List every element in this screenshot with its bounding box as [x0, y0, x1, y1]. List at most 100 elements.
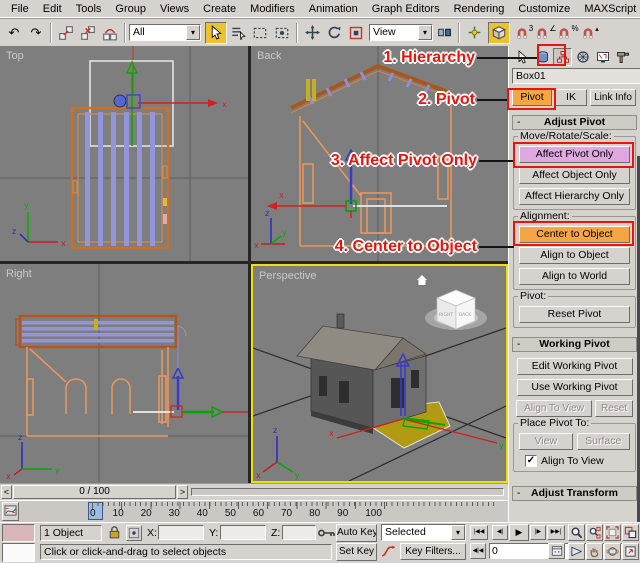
menu-customize[interactable]: Customize	[511, 2, 577, 16]
time-slider-handle[interactable]: 0 / 100	[13, 485, 176, 499]
use-working-pivot-button[interactable]: Use Working Pivot	[517, 379, 633, 396]
transform-x-field[interactable]	[158, 525, 204, 540]
viewport-back-label[interactable]: Back	[257, 50, 281, 62]
unlink-selection-button[interactable]	[77, 22, 99, 44]
set-key-button[interactable]: Set Key	[336, 543, 377, 561]
rectangular-selection-region-button[interactable]	[249, 22, 271, 44]
select-and-rotate-button[interactable]	[323, 22, 345, 44]
redo-button[interactable]: ↷	[25, 22, 47, 44]
adjust-pivot-rollout-header[interactable]: - Adjust Pivot	[512, 115, 637, 130]
select-and-scale-button[interactable]	[345, 22, 367, 44]
select-and-manipulate-button[interactable]	[463, 22, 485, 44]
window-crossing-toggle-button[interactable]	[271, 22, 293, 44]
previous-frame-button[interactable]: ◀|	[492, 525, 508, 540]
go-to-start-button[interactable]: |◀◀	[470, 525, 488, 540]
align-to-world-button[interactable]: Align to World	[519, 268, 630, 285]
selection-filter-dropdown[interactable]: All ▾	[129, 24, 201, 41]
viewcube-back-label[interactable]: BACK	[459, 312, 472, 318]
ik-tab-button[interactable]: IK	[555, 89, 587, 106]
adjust-transform-rollout-header[interactable]: - Adjust Transform	[512, 486, 637, 501]
key-mode-toggle-button[interactable]: ◀|◀	[470, 543, 486, 559]
undo-button[interactable]: ↶	[3, 22, 25, 44]
field-of-view-button[interactable]	[568, 543, 585, 560]
menu-maxscript[interactable]: MAXScript	[577, 2, 640, 16]
mini-curve-editor-button[interactable]	[2, 502, 19, 521]
arc-rotate-button[interactable]	[604, 543, 621, 560]
viewport-top[interactable]: Top x	[0, 46, 248, 261]
time-configuration-button[interactable]	[548, 543, 565, 559]
reset-working-pivot-button[interactable]: Reset	[595, 400, 633, 417]
menu-animation[interactable]: Animation	[302, 2, 365, 16]
object-name-field[interactable]	[512, 68, 640, 84]
menu-edit[interactable]: Edit	[36, 2, 69, 16]
menu-rendering[interactable]: Rendering	[447, 2, 512, 16]
time-slider-track[interactable]	[191, 488, 504, 496]
bind-to-space-warp-button[interactable]	[99, 22, 121, 44]
maxscript-listener[interactable]	[2, 543, 35, 562]
select-object-button[interactable]	[205, 22, 227, 44]
selection-set-dropdown[interactable]: Selected ▾	[381, 524, 466, 541]
chevron-down-icon[interactable]: ▾	[186, 25, 200, 40]
next-frame-button[interactable]: |▶	[530, 525, 546, 540]
key-filters-button[interactable]: Key Filters...	[400, 543, 466, 560]
menu-views[interactable]: Views	[153, 2, 196, 16]
edit-working-pivot-button[interactable]: Edit Working Pivot	[517, 358, 633, 375]
select-and-move-button[interactable]	[301, 22, 323, 44]
zoom-button[interactable]	[568, 524, 585, 541]
snap-toggle-button[interactable]	[488, 22, 510, 44]
viewport-top-label[interactable]: Top	[6, 50, 24, 62]
pan-view-button[interactable]	[586, 543, 603, 560]
transform-z-field[interactable]	[282, 525, 316, 540]
viewcube-right-label[interactable]: RIGHT	[439, 312, 453, 318]
working-pivot-rollout-header[interactable]: - Working Pivot	[512, 337, 637, 352]
default-tangent-flyout[interactable]	[381, 544, 396, 562]
viewcube[interactable]: RIGHT BACK	[417, 275, 487, 330]
reference-coordinate-dropdown[interactable]: View ▾	[369, 24, 433, 41]
affect-object-only-button[interactable]: Affect Object Only	[519, 167, 630, 184]
absolute-offset-mode-toggle[interactable]	[126, 525, 142, 541]
viewport-perspective-label[interactable]: Perspective	[259, 270, 316, 282]
reset-pivot-button[interactable]: Reset Pivot	[519, 306, 630, 323]
menu-graph-editors[interactable]: Graph Editors	[365, 2, 447, 16]
maximize-viewport-button[interactable]	[622, 543, 639, 560]
chevron-down-icon[interactable]: ▾	[451, 525, 465, 540]
viewcube-home-icon[interactable]	[417, 275, 427, 285]
tab-motion[interactable]	[573, 48, 592, 66]
menu-file[interactable]: File	[4, 2, 36, 16]
tab-utilities[interactable]	[613, 48, 632, 66]
selection-lock-toggle[interactable]	[107, 525, 122, 543]
place-pivot-view-button[interactable]: View	[519, 433, 573, 450]
percent-snap-toggle-button[interactable]: %	[557, 22, 579, 44]
time-slider-back-button[interactable]: <	[1, 485, 12, 499]
select-and-link-button[interactable]	[55, 22, 77, 44]
spinner-snap-toggle-button[interactable]: ▴	[579, 22, 601, 44]
play-button[interactable]: ▶	[509, 524, 529, 541]
link-info-tab-button[interactable]: Link Info	[590, 89, 636, 106]
menu-modifiers[interactable]: Modifiers	[243, 2, 302, 16]
track-bar[interactable]: 0 10 20 30 40 50 60 70 80 90 100	[0, 500, 508, 522]
menu-create[interactable]: Create	[196, 2, 243, 16]
go-to-end-button[interactable]: ▶▶|	[547, 525, 565, 540]
align-to-view-checkbox[interactable]: ✓	[525, 455, 537, 467]
angle-snap-toggle-button[interactable]: ∠	[535, 22, 557, 44]
viewport-right-label[interactable]: Right	[6, 268, 32, 280]
zoom-extents-button[interactable]	[604, 524, 621, 541]
chevron-down-icon[interactable]: ▾	[418, 25, 432, 40]
align-to-view-button[interactable]: Align To View	[516, 400, 592, 417]
maxscript-macro-recorder[interactable]	[2, 524, 35, 542]
select-by-name-button[interactable]	[227, 22, 249, 44]
affect-hierarchy-only-button[interactable]: Affect Hierarchy Only	[519, 188, 630, 205]
zoom-all-button[interactable]	[586, 524, 603, 541]
viewport-right[interactable]: Right	[0, 264, 248, 483]
auto-key-button[interactable]: Auto Key	[336, 524, 377, 542]
viewport-perspective[interactable]: Perspective	[251, 264, 508, 483]
time-slider-fwd-button[interactable]: >	[177, 485, 188, 499]
snaps-toggle-button[interactable]: 3	[513, 22, 535, 44]
menu-group[interactable]: Group	[108, 2, 153, 16]
use-pivot-point-center-button[interactable]	[433, 22, 455, 44]
menu-tools[interactable]: Tools	[69, 2, 109, 16]
tab-display[interactable]	[593, 48, 612, 66]
keyboard-shortcut-override-toggle[interactable]	[318, 528, 336, 541]
place-pivot-surface-button[interactable]: Surface	[577, 433, 631, 450]
zoom-extents-all-button[interactable]	[622, 524, 639, 541]
